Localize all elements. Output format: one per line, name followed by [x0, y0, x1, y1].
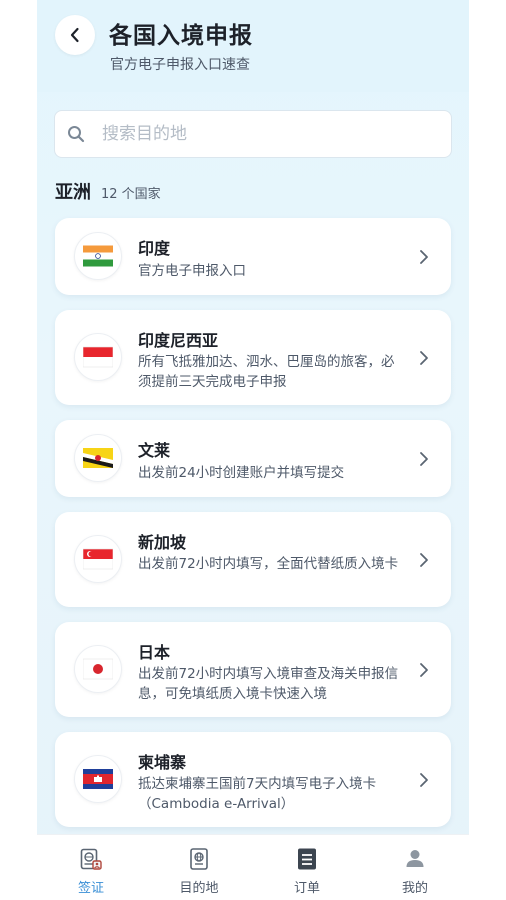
- nav-tab-visa[interactable]: 签证: [37, 835, 145, 900]
- country-name: 日本: [138, 643, 171, 662]
- flag-badge: [74, 333, 122, 381]
- country-card-indonesia[interactable]: 印度尼西亚 所有飞抵雅加达、泗水、巴厘岛的旅客，必须提前三天完成电子申报: [55, 310, 451, 405]
- page-subtitle: 官方电子申报入口速查: [110, 57, 250, 73]
- chevron-left-icon: [70, 27, 79, 43]
- country-name: 新加坡: [138, 533, 187, 552]
- page-title: 各国入境申报: [109, 23, 253, 49]
- nav-label: 我的: [401, 881, 428, 896]
- country-card-cambodia[interactable]: 柬埔寨 抵达柬埔寨王国前7天内填写电子入境卡（Cambodia e-Arriva…: [55, 732, 451, 827]
- region-count: 12 个国家: [101, 187, 161, 202]
- app-screen: 各国入境申报 官方电子申报入口速查 亚洲 12 个国家 印度 官方电子申报入口: [37, 0, 469, 900]
- visa-icon: [80, 848, 102, 870]
- brunei-flag-icon: [83, 448, 113, 468]
- india-flag-icon: [83, 245, 113, 267]
- flag-badge: [74, 232, 122, 280]
- nav-tab-profile[interactable]: 我的: [361, 835, 469, 900]
- country-description: 官方电子申报入口: [138, 263, 246, 279]
- country-card-india[interactable]: 印度 官方电子申报入口: [55, 218, 451, 295]
- flag-badge: [74, 434, 122, 482]
- nav-label: 订单: [293, 881, 320, 896]
- country-name: 文莱: [138, 441, 171, 460]
- nav-label: 目的地: [179, 881, 219, 896]
- region-header: 亚洲 12 个国家: [55, 178, 161, 204]
- user-icon: [406, 850, 424, 867]
- back-button[interactable]: [55, 15, 95, 55]
- order-icon: [298, 848, 316, 870]
- chevron-right-icon: [420, 452, 428, 466]
- country-name: 印度: [138, 239, 171, 258]
- chevron-right-icon: [420, 663, 428, 677]
- country-name: 柬埔寨: [138, 753, 187, 772]
- search-box[interactable]: [54, 110, 452, 158]
- country-name: 印度尼西亚: [138, 331, 219, 350]
- nav-tab-destination[interactable]: 目的地: [145, 835, 253, 900]
- chevron-right-icon: [420, 351, 428, 365]
- search-icon: [68, 126, 85, 143]
- country-card-japan[interactable]: 日本 出发前72小时内填写入境审查及海关申报信息，可免填纸质入境卡快速入境: [55, 622, 451, 717]
- indonesia-flag-icon: [83, 346, 113, 368]
- flag-badge: [74, 535, 122, 583]
- country-card-singapore[interactable]: 新加坡 出发前72小时内填写，全面代替纸质入境卡: [55, 512, 451, 607]
- country-description: 抵达柬埔寨王国前7天内填写电子入境卡（Cambodia e-Arrival）: [138, 776, 377, 812]
- bottom-navigation: 签证 目的地 订单 我的: [37, 834, 469, 900]
- singapore-flag-icon: [83, 548, 113, 570]
- chevron-right-icon: [420, 553, 428, 567]
- country-description: 出发前72小时内填写入境审查及海关申报信息，可免填纸质入境卡快速入境: [138, 666, 399, 702]
- region-title: 亚洲: [55, 182, 91, 203]
- nav-label: 签证: [77, 881, 104, 896]
- japan-flag-icon: [83, 658, 113, 680]
- chevron-right-icon: [420, 250, 428, 264]
- country-description: 所有飞抵雅加达、泗水、巴厘岛的旅客，必须提前三天完成电子申报: [138, 354, 395, 390]
- nav-tab-orders[interactable]: 订单: [253, 835, 361, 900]
- country-card-brunei[interactable]: 文莱 出发前24小时创建账户并填写提交: [55, 420, 451, 497]
- page-header: 各国入境申报 官方电子申报入口速查: [37, 0, 469, 92]
- country-description: 出发前24小时创建账户并填写提交: [138, 465, 345, 481]
- country-description: 出发前72小时内填写，全面代替纸质入境卡: [138, 556, 399, 572]
- search-input[interactable]: [102, 124, 402, 144]
- flag-badge: [74, 755, 122, 803]
- chevron-right-icon: [420, 773, 428, 787]
- passport-icon: [190, 848, 208, 870]
- flag-badge: [74, 645, 122, 693]
- cambodia-flag-icon: [83, 769, 113, 789]
